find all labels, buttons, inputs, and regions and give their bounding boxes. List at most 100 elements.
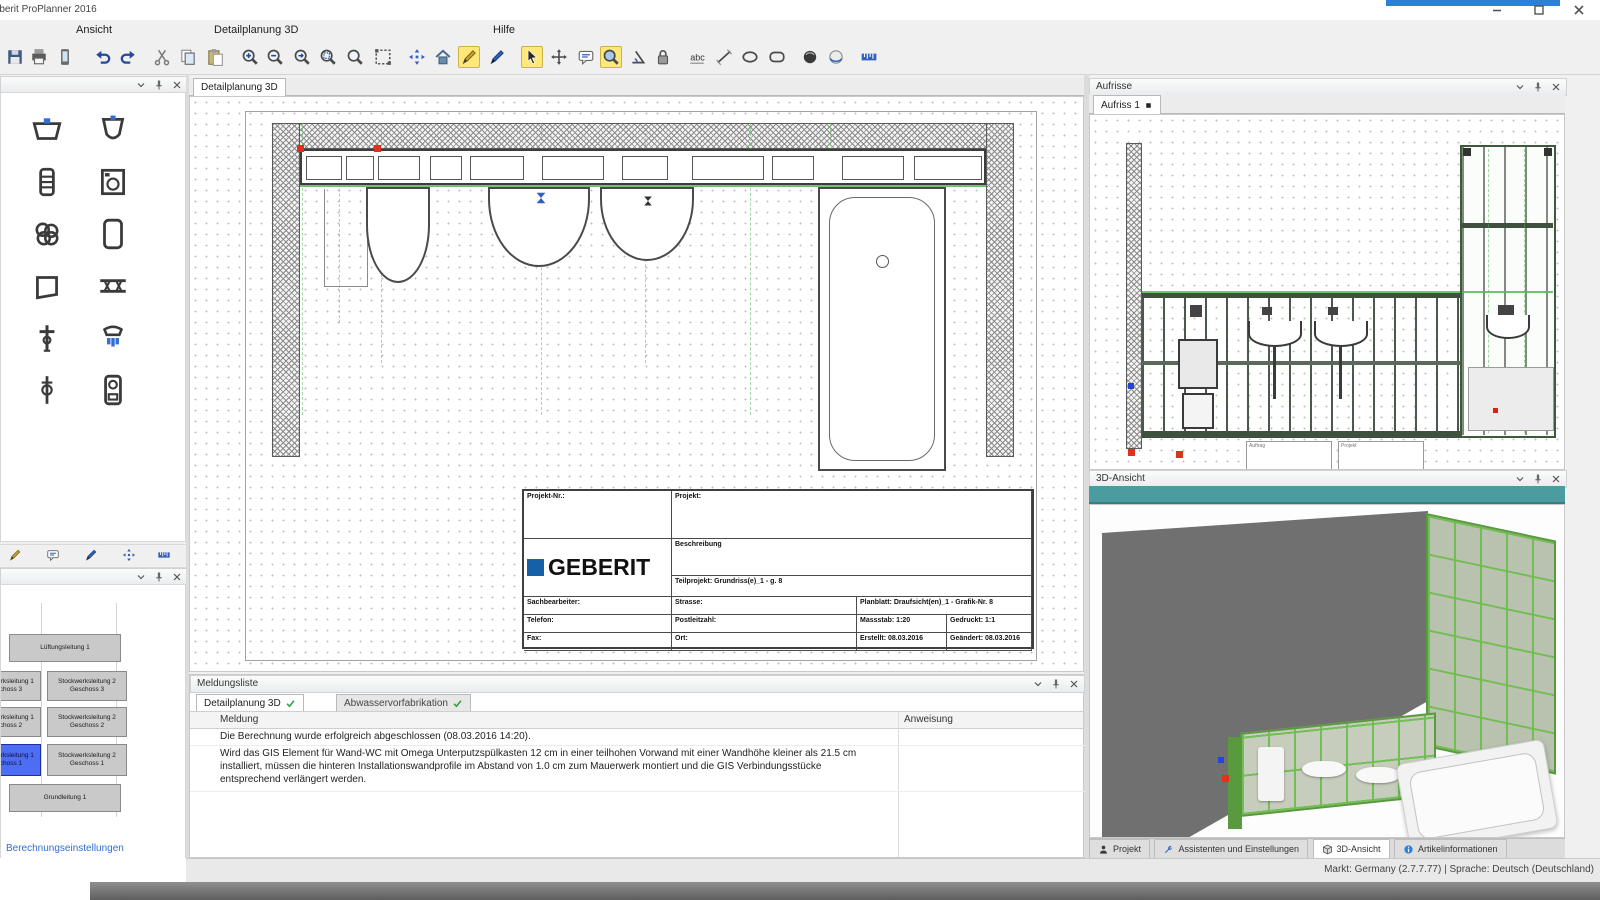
chevron-down-icon[interactable] (1032, 678, 1044, 690)
bathtub-fixture[interactable] (818, 187, 946, 471)
move-button[interactable] (548, 46, 570, 68)
valve-icon[interactable] (27, 373, 67, 407)
cut-button[interactable] (151, 46, 173, 68)
close-icon[interactable] (1550, 81, 1562, 93)
chevron-down-icon[interactable] (1514, 81, 1526, 93)
hydrant-icon[interactable] (27, 321, 67, 355)
chevron-down-icon[interactable] (1514, 473, 1526, 485)
aufriss-canvas[interactable]: Auftrag Projekt (1089, 114, 1565, 470)
render-sphere-light-button[interactable] (825, 46, 847, 68)
message-row[interactable]: Wird das GIS Element für Wand-WC mit Ome… (190, 745, 1086, 792)
tab-artikelinformationen[interactable]: Artikelinformationen (1394, 839, 1507, 858)
shower-icon[interactable] (93, 321, 133, 355)
close-icon[interactable] (1550, 473, 1562, 485)
ruler-tool-icon[interactable] (155, 546, 173, 564)
washbasin-icon[interactable] (27, 113, 67, 147)
zoom-in-button[interactable] (239, 46, 261, 68)
mixer-icon[interactable] (27, 217, 67, 251)
tab-assistenten[interactable]: Assistenten und Einstellungen (1154, 839, 1308, 858)
plan-canvas[interactable]: Projekt-Nr.: Projekt: GEBERIT Beschreibu… (189, 96, 1084, 672)
menu-ansicht[interactable]: Ansicht (76, 24, 112, 36)
pin-icon[interactable] (1532, 81, 1544, 93)
bathtub-icon[interactable] (93, 217, 133, 251)
print-button[interactable] (28, 46, 50, 68)
copy-button[interactable] (177, 46, 199, 68)
zoom-out-button[interactable] (264, 46, 286, 68)
comment-button[interactable] (575, 46, 597, 68)
urinal-icon[interactable] (93, 113, 133, 147)
partition-outline[interactable] (324, 189, 368, 287)
close-icon[interactable] (171, 571, 183, 583)
selection-handle[interactable] (297, 145, 304, 152)
structure-node-vent[interactable]: Lüftungsleitung 1 (9, 634, 121, 662)
chevron-down-icon[interactable] (135, 571, 147, 583)
close-icon[interactable] (171, 79, 183, 91)
sink-side-icon[interactable] (27, 269, 67, 303)
messages-tab-detailplanung[interactable]: Detailplanung 3D (196, 694, 304, 711)
comment-tool-icon[interactable] (44, 546, 62, 564)
selection-handle[interactable] (374, 145, 381, 152)
menu-detailplanung-3d[interactable]: Detailplanung 3D (214, 24, 298, 36)
valve-symbol-blue[interactable] (534, 189, 548, 207)
tab-detailplanung-3d[interactable]: Detailplanung 3D (193, 78, 286, 96)
message-row[interactable]: Die Berechnung wurde erfolgreich abgesch… (190, 729, 1086, 746)
measure-angle-button[interactable] (627, 46, 649, 68)
3d-viewport[interactable] (1089, 504, 1565, 838)
tab-close-icon[interactable] (1144, 101, 1153, 110)
maximize-button[interactable] (1526, 2, 1552, 18)
dimension-line-button[interactable] (713, 46, 735, 68)
select-cursor-button-active[interactable] (521, 46, 543, 68)
save-button[interactable] (4, 46, 26, 68)
tab-projekt[interactable]: Projekt (1089, 839, 1150, 858)
structure-node-selected[interactable]: Stockwerksleitung 1Geschoss 1 (0, 744, 41, 776)
menu-hilfe[interactable]: Hilfe (493, 24, 515, 36)
paste-button[interactable] (204, 46, 226, 68)
close-icon[interactable] (1068, 678, 1080, 690)
pin-icon[interactable] (153, 79, 165, 91)
pin-icon[interactable] (1532, 473, 1544, 485)
undo-button[interactable] (92, 46, 114, 68)
home-view-button[interactable] (432, 46, 454, 68)
tab-aufriss-1[interactable]: Aufriss 1 (1093, 95, 1161, 114)
chevron-down-icon[interactable] (135, 79, 147, 91)
minimize-button[interactable] (1484, 2, 1510, 18)
pin-icon[interactable] (153, 571, 165, 583)
installation-wall-strip[interactable] (300, 149, 986, 185)
ruler-button[interactable] (858, 46, 880, 68)
dimension-text-button[interactable]: abc (686, 46, 708, 68)
messages-tab-abwasser[interactable]: Abwasservorfabrikation (336, 694, 471, 711)
structure-node[interactable]: Stockwerksleitung 2Geschoss 1 (47, 744, 127, 776)
radiator-icon[interactable] (27, 165, 67, 199)
boiler-icon[interactable] (93, 373, 133, 407)
render-sphere-dark-button[interactable] (799, 46, 821, 68)
dimension-rect-button[interactable] (766, 46, 788, 68)
pen-blue-tool-icon[interactable] (82, 546, 100, 564)
draw-pen-button-active[interactable] (458, 46, 480, 68)
structure-node[interactable]: Stockwerksleitung 1Geschoss 3 (0, 671, 41, 701)
pan-tool-icon[interactable] (120, 546, 138, 564)
zoom-previous-button[interactable] (291, 46, 313, 68)
pipe-fitting-icon[interactable] (93, 269, 133, 303)
pan-button[interactable] (406, 46, 428, 68)
structure-node[interactable]: Stockwerksleitung 2Geschoss 2 (47, 707, 127, 737)
redo-button[interactable] (117, 46, 139, 68)
structure-node[interactable]: Stockwerksleitung 1Geschoss 2 (0, 707, 41, 737)
tab-3d-ansicht[interactable]: 3D-Ansicht (1313, 839, 1390, 858)
find-highlight-button-active[interactable] (600, 46, 622, 68)
close-button[interactable] (1566, 2, 1592, 18)
valve-symbol-dark[interactable] (642, 193, 654, 209)
zoom-all-button[interactable] (317, 46, 339, 68)
zoom-region-button[interactable] (372, 46, 394, 68)
structure-node[interactable]: Stockwerksleitung 2Geschoss 3 (47, 671, 127, 701)
group-lock-button[interactable] (652, 46, 674, 68)
device-export-button[interactable] (54, 46, 76, 68)
washing-machine-icon[interactable] (93, 165, 133, 199)
draw-pen-blue-button[interactable] (486, 46, 508, 68)
dimension-ellipse-button[interactable] (739, 46, 761, 68)
3d-view-toolbar[interactable] (1089, 486, 1565, 504)
pin-icon[interactable] (1050, 678, 1062, 690)
zoom-window-button[interactable] (344, 46, 366, 68)
pen-tool-icon[interactable] (6, 546, 24, 564)
berechnungseinstellungen-link[interactable]: Berechnungseinstellungen (6, 843, 124, 854)
structure-node-base[interactable]: Grundleitung 1 (9, 784, 121, 812)
